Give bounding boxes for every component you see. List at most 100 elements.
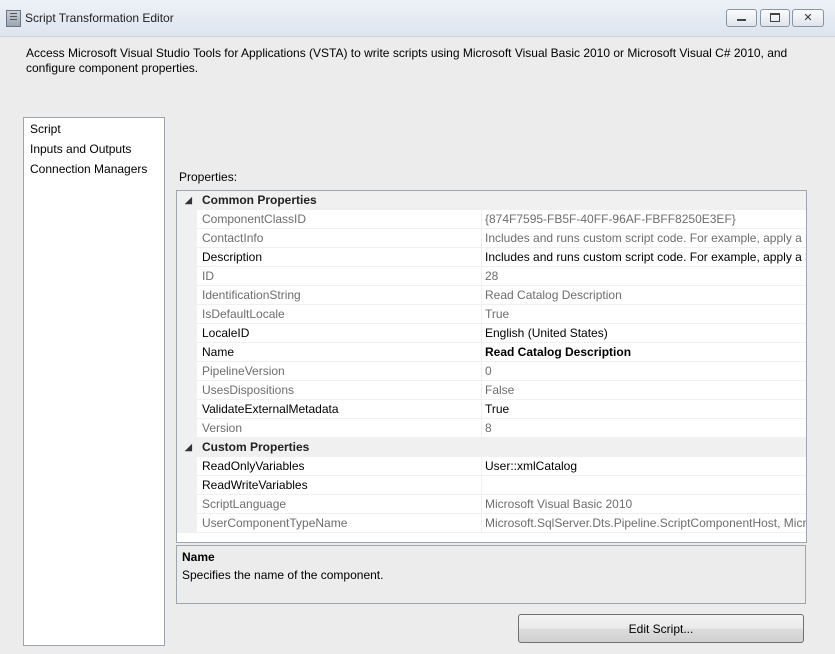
property-value[interactable]: False	[485, 381, 514, 400]
property-value[interactable]: Includes and runs custom script code. Fo…	[485, 248, 806, 267]
property-row[interactable]: Name Read Catalog Description	[177, 343, 806, 362]
property-row[interactable]: Version 8	[177, 419, 806, 438]
property-value[interactable]: 8	[485, 419, 492, 438]
row-gutter	[177, 476, 197, 495]
property-name: PipelineVersion	[202, 364, 285, 378]
nav-item-script[interactable]: Script	[29, 121, 62, 138]
app-icon	[6, 10, 21, 27]
help-text: Specifies the name of the component.	[182, 568, 384, 582]
row-gutter	[177, 343, 197, 362]
property-grid: ◢ Common Properties ComponentClassID {874…	[176, 190, 807, 543]
property-row[interactable]: ScriptLanguage Microsoft Visual Basic 201…	[177, 495, 806, 514]
property-value[interactable]: Read Catalog Description	[485, 343, 631, 362]
property-value[interactable]: True	[485, 305, 509, 324]
column-divider[interactable]	[481, 267, 482, 286]
nav-item-connection-managers[interactable]: Connection Managers	[30, 161, 147, 178]
column-divider[interactable]	[481, 286, 482, 305]
row-gutter	[177, 305, 197, 324]
property-name: ContactInfo	[202, 231, 264, 245]
property-help-panel: Name Specifies the name of the component…	[176, 545, 806, 604]
property-name: Name	[202, 345, 235, 359]
close-icon: ✕	[803, 11, 813, 24]
column-divider[interactable]	[481, 419, 482, 438]
property-name: Version	[202, 421, 243, 435]
property-value[interactable]: 0	[485, 362, 492, 381]
property-row[interactable]: ComponentClassID {874F7595-FB5F-40FF-96AF…	[177, 210, 806, 229]
row-gutter	[177, 514, 197, 533]
row-gutter	[177, 381, 197, 400]
row-gutter	[177, 362, 197, 381]
property-row[interactable]: UserComponentTypeName Microsoft.SqlServer…	[177, 514, 806, 533]
row-gutter	[177, 419, 197, 438]
property-value[interactable]: Microsoft Visual Basic 2010	[485, 495, 632, 514]
category-custom-properties[interactable]: ◢ Custom Properties	[177, 438, 806, 457]
column-divider[interactable]	[481, 514, 482, 533]
column-divider[interactable]	[481, 343, 482, 362]
column-divider[interactable]	[481, 210, 482, 229]
properties-label: Properties:	[179, 170, 238, 184]
property-name: ReadWriteVariables	[202, 478, 308, 492]
row-gutter	[177, 495, 197, 514]
column-divider[interactable]	[481, 381, 482, 400]
column-divider[interactable]	[481, 362, 482, 381]
window-title: Script Transformation Editor	[25, 11, 174, 25]
column-divider[interactable]	[481, 248, 482, 267]
property-name: ReadOnlyVariables	[202, 459, 305, 473]
row-gutter	[177, 210, 197, 229]
property-name: IsDefaultLocale	[202, 307, 285, 321]
row-gutter	[177, 286, 197, 305]
column-divider[interactable]	[481, 324, 482, 343]
property-row[interactable]: ReadOnlyVariables User::xmlCatalog	[177, 457, 806, 476]
property-value[interactable]: User::xmlCatalog	[485, 457, 577, 476]
edit-script-button[interactable]: Edit Script...	[518, 614, 804, 643]
property-name: ID	[202, 269, 214, 283]
property-row[interactable]: ID 28	[177, 267, 806, 286]
row-gutter	[177, 229, 197, 248]
page-nav-list: Script Inputs and Outputs Connection Man…	[23, 117, 165, 646]
property-value[interactable]: 28	[485, 267, 498, 286]
column-divider[interactable]	[481, 400, 482, 419]
property-row[interactable]: ValidateExternalMetadata True	[177, 400, 806, 419]
property-row[interactable]: LocaleID English (United States)	[177, 324, 806, 343]
category-label: Custom Properties	[202, 440, 310, 454]
property-row[interactable]: ReadWriteVariables	[177, 476, 806, 495]
property-value[interactable]: {874F7595-FB5F-40FF-96AF-FBFF8250E3EF}	[485, 210, 736, 229]
property-row[interactable]: Description Includes and runs custom scri…	[177, 248, 806, 267]
row-gutter	[177, 324, 197, 343]
collapse-icon[interactable]: ◢	[185, 438, 192, 457]
title-bar: Script Transformation Editor ✕	[0, 0, 835, 37]
property-name: ComponentClassID	[202, 212, 307, 226]
property-row[interactable]: ContactInfo Includes and runs custom scri…	[177, 229, 806, 248]
property-name: ValidateExternalMetadata	[202, 402, 339, 416]
row-gutter	[177, 248, 197, 267]
property-row[interactable]: IsDefaultLocale True	[177, 305, 806, 324]
minimize-button[interactable]	[726, 9, 757, 27]
property-row[interactable]: UsesDispositions False	[177, 381, 806, 400]
help-title: Name	[182, 550, 215, 564]
category-common-properties[interactable]: ◢ Common Properties	[177, 191, 806, 210]
property-value[interactable]: Read Catalog Description	[485, 286, 622, 305]
category-label: Common Properties	[202, 193, 317, 207]
maximize-button[interactable]	[760, 9, 790, 27]
property-name: UsesDispositions	[202, 383, 295, 397]
property-value[interactable]: True	[485, 400, 509, 419]
property-row[interactable]: IdentificationString Read Catalog Descrip…	[177, 286, 806, 305]
collapse-icon[interactable]: ◢	[185, 191, 192, 210]
property-name: LocaleID	[202, 326, 250, 340]
column-divider[interactable]	[481, 229, 482, 248]
property-row[interactable]: PipelineVersion 0	[177, 362, 806, 381]
property-name: ScriptLanguage	[202, 497, 287, 511]
row-gutter	[177, 400, 197, 419]
property-value[interactable]: Includes and runs custom script code. Fo…	[485, 229, 806, 248]
property-value[interactable]: Microsoft.SqlServer.Dts.Pipeline.ScriptC…	[485, 514, 806, 533]
close-button[interactable]: ✕	[792, 9, 824, 27]
editor-description: Access Microsoft Visual Studio Tools for…	[26, 46, 788, 75]
column-divider[interactable]	[481, 305, 482, 324]
property-name: IdentificationString	[202, 288, 301, 302]
property-value[interactable]: English (United States)	[485, 324, 608, 343]
nav-item-inputs-outputs[interactable]: Inputs and Outputs	[30, 141, 131, 158]
column-divider[interactable]	[481, 476, 482, 495]
row-gutter	[177, 457, 197, 476]
column-divider[interactable]	[481, 457, 482, 476]
column-divider[interactable]	[481, 495, 482, 514]
